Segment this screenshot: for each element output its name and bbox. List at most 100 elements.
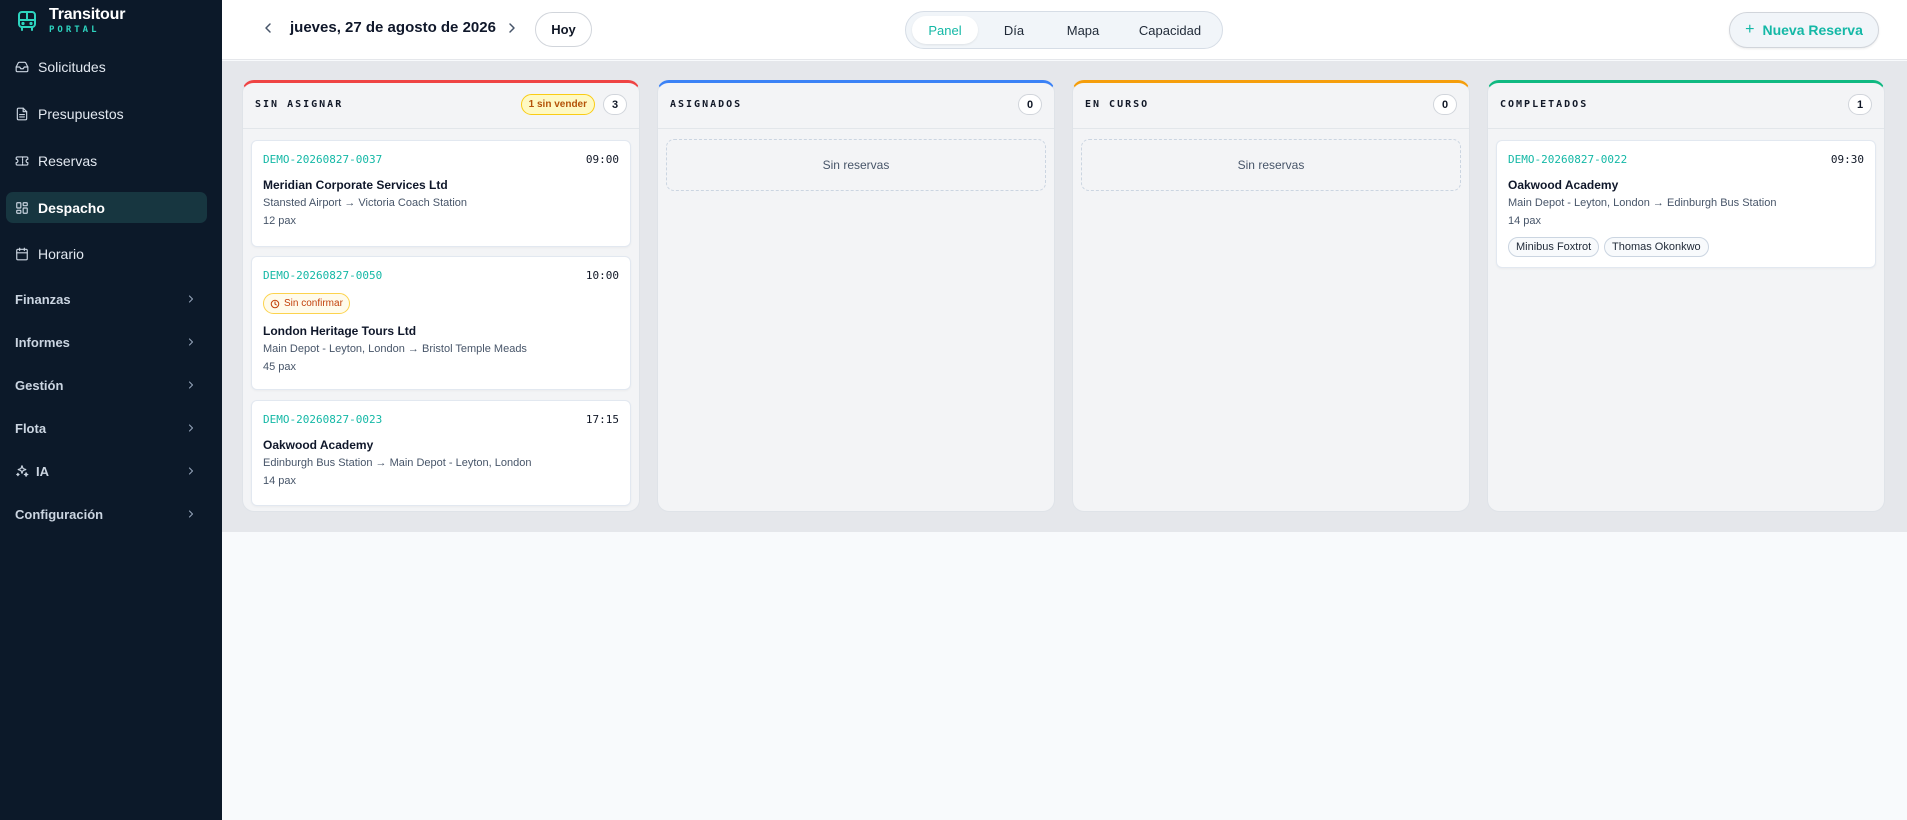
- bus-icon: [18, 11, 36, 31]
- column-count: 0: [1433, 94, 1457, 115]
- booking-ref: DEMO-20260827-0023: [263, 413, 383, 426]
- sidebar-item-label: Reservas: [38, 152, 98, 169]
- sidebar-item-label: Horario: [38, 245, 84, 262]
- booking-pax: 14 pax: [1508, 215, 1542, 227]
- chevron-right-icon: [188, 295, 194, 303]
- sidebar-group-label: Configuración: [15, 506, 104, 522]
- column-header: EN CURSO 0: [1073, 83, 1469, 129]
- tab-capacidad[interactable]: Capacidad: [1124, 16, 1216, 44]
- new-booking-label: Nueva Reserva: [1762, 22, 1863, 38]
- empty-state: Sin reservas: [1081, 139, 1461, 191]
- tab-mapa[interactable]: Mapa: [1050, 16, 1116, 44]
- column-title: COMPLETADOS: [1500, 99, 1589, 110]
- tab-dia[interactable]: Día: [986, 16, 1042, 44]
- brand[interactable]: Transitour PORTAL: [15, 6, 125, 36]
- column-en-curso: EN CURSO 0 Sin reservas: [1072, 80, 1470, 512]
- brand-subtitle: PORTAL: [49, 25, 100, 35]
- booking-card[interactable]: DEMO-20260827-0050 10:00 Sin confirmar L…: [251, 256, 631, 390]
- booking-time: 17:15: [585, 413, 619, 426]
- booking-time: 09:30: [1830, 153, 1864, 166]
- booking-ref: DEMO-20260827-0037: [263, 153, 383, 166]
- booking-time: 10:00: [585, 269, 619, 282]
- column-header: SIN ASIGNAR 1 sin vender 3: [243, 83, 639, 129]
- column-title: ASIGNADOS: [670, 99, 743, 110]
- sidebar-group-label: Informes: [15, 334, 70, 350]
- clock-icon: [270, 299, 280, 308]
- column-header: COMPLETADOS 1: [1488, 83, 1884, 129]
- column-asignados: ASIGNADOS 0 Sin reservas: [657, 80, 1055, 512]
- booking-pax: 14 pax: [263, 475, 297, 487]
- chevron-right-icon: [188, 424, 194, 432]
- sidebar-item-despacho[interactable]: Despacho: [6, 192, 207, 223]
- sidebar-group-label: Gestión: [15, 377, 64, 393]
- sidebar-group-label: IA: [36, 463, 49, 479]
- brand-name: Transitour: [49, 6, 126, 23]
- booking-time: 09:00: [585, 153, 619, 166]
- sparkles-icon: [16, 465, 29, 477]
- booking-route: Main Depot - Leyton, London → Edinburgh …: [1508, 197, 1777, 209]
- dashboard-icon: [16, 201, 28, 214]
- ticket-icon: [15, 155, 29, 166]
- booking-route: Edinburgh Bus Station → Main Depot - Ley…: [263, 457, 532, 469]
- booking-route: Stansted Airport → Victoria Coach Statio…: [263, 197, 468, 209]
- unsold-badge: 1 sin vender: [520, 94, 595, 115]
- column-count: 3: [603, 94, 627, 115]
- sidebar-item-label: Presupuestos: [38, 105, 124, 122]
- booking-client: London Heritage Tours Ltd: [263, 324, 417, 338]
- column-sin-asignar: SIN ASIGNAR 1 sin vender 3 DEMO-20260827…: [242, 80, 640, 512]
- sidebar-item-label: Solicitudes: [38, 58, 106, 75]
- column-count: 1: [1848, 94, 1872, 115]
- tab-panel[interactable]: Panel: [912, 16, 978, 44]
- chevron-right-icon: [188, 338, 194, 346]
- column-completados: COMPLETADOS 1 DEMO-20260827-0022 09:30 O…: [1487, 80, 1885, 512]
- booking-card[interactable]: DEMO-20260827-0022 09:30 Oakwood Academy…: [1496, 140, 1876, 268]
- booking-client: Oakwood Academy: [1508, 178, 1619, 192]
- chevron-right-icon[interactable]: [504, 20, 520, 36]
- column-count: 0: [1018, 94, 1042, 115]
- chevron-right-icon: [188, 467, 194, 475]
- booking-card[interactable]: DEMO-20260827-0037 09:00 Meridian Corpor…: [251, 140, 631, 247]
- booking-route: Main Depot - Leyton, London → Bristol Te…: [263, 343, 527, 355]
- booking-pax: 45 pax: [263, 361, 297, 373]
- sidebar-item-reservas[interactable]: Reservas: [6, 145, 207, 176]
- calendar-icon: [16, 247, 28, 260]
- booking-client: Meridian Corporate Services Ltd: [263, 178, 448, 192]
- booking-pax: 12 pax: [263, 215, 297, 227]
- booking-card[interactable]: DEMO-20260827-0023 17:15 Oakwood Academy…: [251, 400, 631, 506]
- booking-client: Oakwood Academy: [263, 438, 374, 452]
- view-tabs: Panel Día Mapa Capacidad: [905, 11, 1223, 49]
- vehicle-chip: Minibus Foxtrot: [1508, 237, 1600, 257]
- sidebar-group-label: Flota: [15, 420, 47, 436]
- current-date: jueves, 27 de agosto de 2026: [290, 19, 496, 36]
- sidebar-item-solicitudes[interactable]: Solicitudes: [6, 51, 207, 82]
- column-header: ASIGNADOS 0: [658, 83, 1054, 129]
- driver-chip: Thomas Okonkwo: [1604, 237, 1709, 257]
- sidebar-group-finanzas[interactable]: Finanzas: [6, 285, 207, 313]
- column-title: SIN ASIGNAR: [255, 99, 344, 110]
- empty-state: Sin reservas: [666, 139, 1046, 191]
- sidebar-group-configuracion[interactable]: Configuración: [6, 500, 207, 528]
- sidebar-group-ia[interactable]: IA: [6, 457, 207, 485]
- status-badge: Sin confirmar: [263, 293, 350, 314]
- column-title: EN CURSO: [1085, 99, 1150, 110]
- status-label: Sin confirmar: [284, 298, 343, 309]
- today-button[interactable]: Hoy: [535, 12, 592, 47]
- sidebar-group-informes[interactable]: Informes: [6, 328, 207, 356]
- plus-icon: +: [1745, 21, 1755, 38]
- new-booking-button[interactable]: + Nueva Reserva: [1729, 12, 1879, 48]
- chevron-right-icon: [188, 510, 194, 518]
- topbar: jueves, 27 de agosto de 2026 Hoy Panel D…: [222, 0, 1907, 60]
- sidebar-group-flota[interactable]: Flota: [6, 414, 207, 442]
- inbox-icon: [15, 61, 29, 72]
- sidebar: Transitour PORTAL Solicitudes Presupuest…: [0, 0, 222, 820]
- sidebar-item-label: Despacho: [38, 199, 105, 216]
- sidebar-item-horario[interactable]: Horario: [6, 238, 207, 269]
- sidebar-group-gestion[interactable]: Gestión: [6, 371, 207, 399]
- chevron-left-icon[interactable]: [260, 20, 276, 36]
- sidebar-item-presupuestos[interactable]: Presupuestos: [6, 98, 207, 129]
- booking-ref: DEMO-20260827-0050: [263, 269, 383, 282]
- chevron-right-icon: [188, 381, 194, 389]
- document-icon: [16, 107, 28, 120]
- sidebar-group-label: Finanzas: [15, 291, 71, 307]
- booking-ref: DEMO-20260827-0022: [1508, 153, 1628, 166]
